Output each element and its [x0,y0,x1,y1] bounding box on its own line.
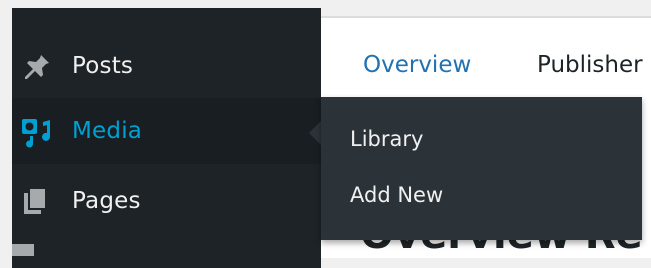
sidebar-item-posts[interactable]: Posts [12,33,321,99]
pin-icon [18,48,54,84]
flyout-arrow [309,121,321,145]
tab-publisher[interactable]: Publisher [537,52,643,78]
media-submenu: Library Add New [321,97,642,240]
pages-icon [18,183,54,219]
media-icon [18,113,54,149]
submenu-item-library[interactable]: Library [350,127,423,151]
submenu-item-add-new[interactable]: Add New [350,183,443,207]
comments-icon [12,244,34,256]
sidebar-item-label: Media [72,118,143,144]
sidebar-item-label: Posts [72,53,134,79]
sidebar-item-pages[interactable]: Pages [12,168,321,234]
sidebar-item-label: Pages [72,188,141,214]
admin-sidebar: Posts Media Pages [12,8,321,268]
tab-overview[interactable]: Overview [363,52,471,78]
sidebar-item-media[interactable]: Media [12,98,321,164]
